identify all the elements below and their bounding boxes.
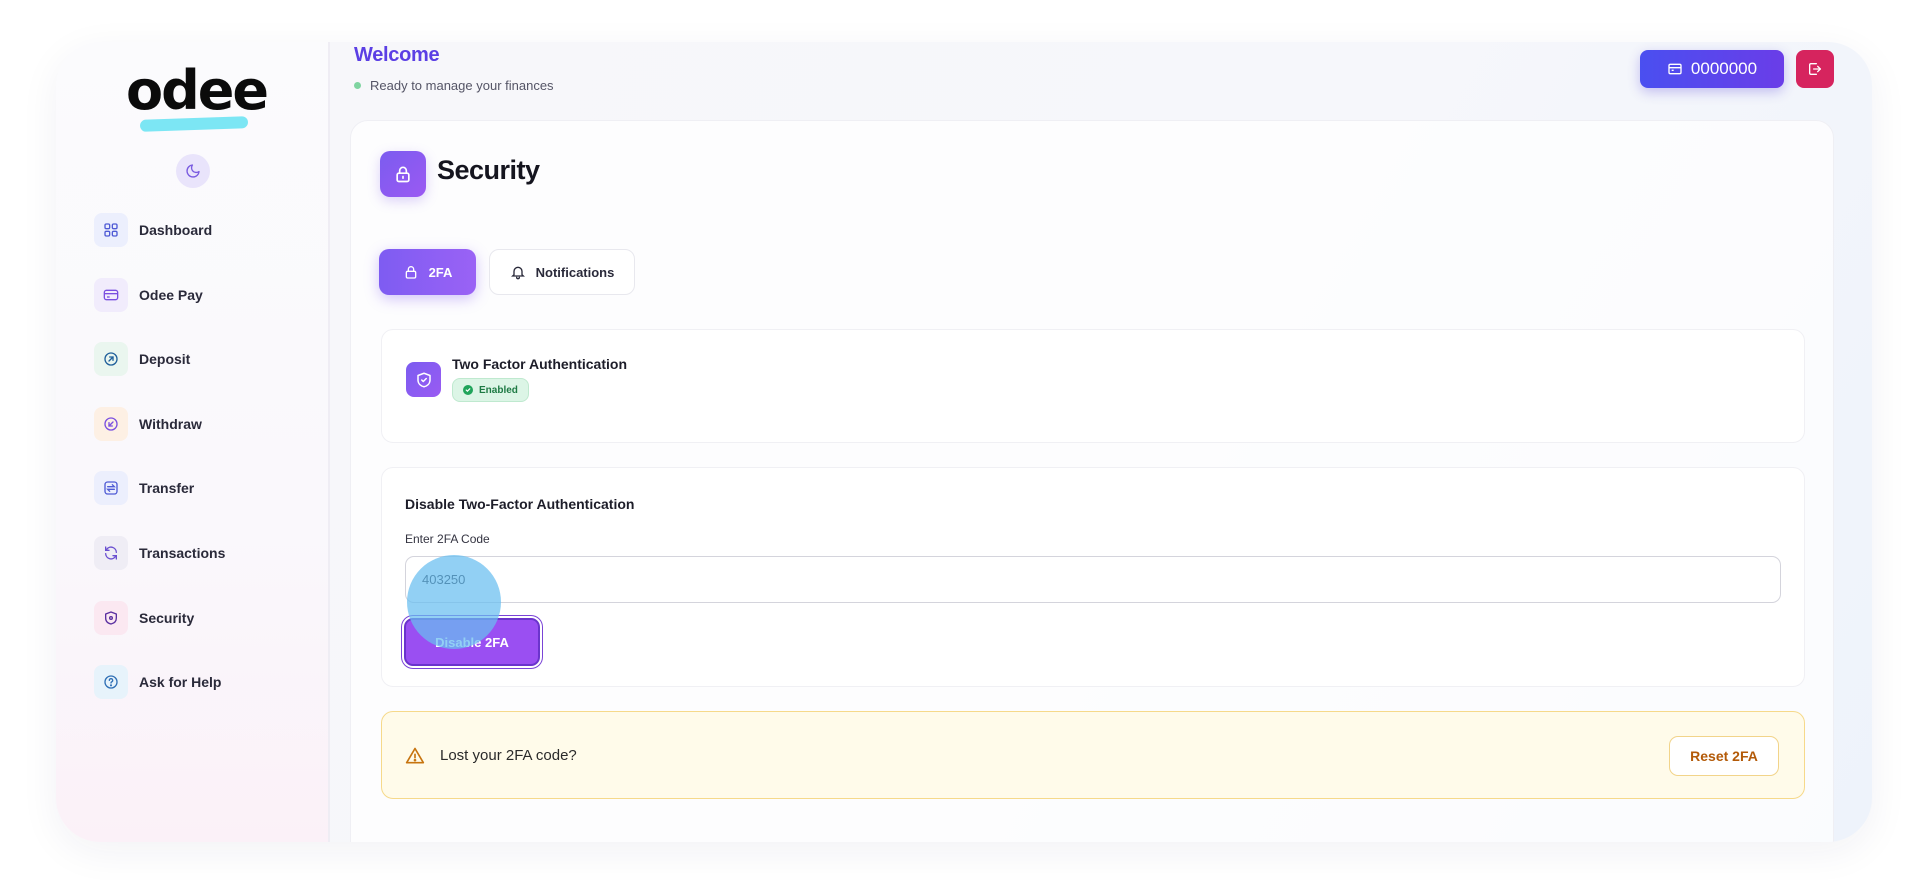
page-title: Security <box>437 155 540 185</box>
arrow-down-left-circle-icon <box>94 406 128 441</box>
logout-icon <box>1809 63 1821 75</box>
logo-text: odee <box>126 59 269 122</box>
theme-toggle-button[interactable] <box>176 154 210 188</box>
tab-2fa[interactable]: 2FA <box>379 249 476 295</box>
disable-2fa-panel: Disable Two-Factor Authentication Enter … <box>381 467 1805 687</box>
security-card: Security 2FA Notifications Two Factor Au… <box>350 120 1834 842</box>
lock-icon <box>380 151 426 197</box>
disable-2fa-button[interactable]: Disable 2FA <box>404 618 540 666</box>
refresh-icon <box>94 535 128 570</box>
wallet-icon <box>1668 63 1682 75</box>
sidebar: odee Dashboard Odee Pay Deposit Withdraw… <box>56 42 330 842</box>
status-line: Ready to manage your finances <box>354 78 554 93</box>
arrow-up-right-circle-icon <box>94 342 128 377</box>
sidebar-item-transfer[interactable]: Transfer <box>94 468 314 508</box>
account-number: 0000000 <box>1690 59 1758 78</box>
status-text: Ready to manage your finances <box>370 78 554 93</box>
bell-icon <box>510 266 525 280</box>
help-circle-icon <box>94 665 128 700</box>
account-number-button[interactable]: 0000000 <box>1640 50 1784 88</box>
lost-code-text: Lost your 2FA code? <box>440 747 577 764</box>
brand-logo[interactable]: odee <box>126 56 269 132</box>
sidebar-item-label: Dashboard <box>139 222 213 238</box>
sidebar-item-label: Transfer <box>139 480 195 497</box>
shield-check-icon <box>406 362 441 397</box>
sidebar-item-deposit[interactable]: Deposit <box>94 339 314 379</box>
lock-icon <box>405 266 416 279</box>
card-icon <box>94 277 128 312</box>
sidebar-item-transactions[interactable]: Transactions <box>94 533 314 573</box>
sidebar-nav: Dashboard Odee Pay Deposit Withdraw Tran… <box>94 210 314 727</box>
main-content: Welcome Ready to manage your finances 00… <box>330 42 1872 842</box>
sidebar-item-label: Odee Pay <box>139 286 203 303</box>
tab-label: Notifications <box>535 264 615 280</box>
welcome-heading: Welcome <box>354 44 440 66</box>
status-badge: Enabled <box>452 378 529 402</box>
sidebar-item-security[interactable]: Security <box>94 598 314 638</box>
transfer-icon <box>94 471 128 506</box>
sidebar-item-label: Deposit <box>139 351 191 368</box>
sidebar-item-withdraw[interactable]: Withdraw <box>94 404 314 444</box>
tab-label: 2FA <box>428 264 453 280</box>
reset-2fa-button[interactable]: Reset 2FA <box>1669 736 1779 776</box>
app-window: odee Dashboard Odee Pay Deposit Withdraw… <box>56 42 1872 842</box>
two-factor-status-panel: Two Factor Authentication Enabled <box>381 329 1805 443</box>
status-badge-label: Enabled <box>479 384 518 396</box>
sidebar-item-label: Security <box>139 609 195 626</box>
moon-icon <box>186 164 200 178</box>
dashboard-grid-icon <box>94 213 128 247</box>
sidebar-item-label: Ask for Help <box>139 674 222 691</box>
sidebar-item-label: Transactions <box>139 544 226 561</box>
shield-icon <box>94 600 128 635</box>
logout-button[interactable] <box>1796 50 1834 88</box>
sidebar-item-dashboard[interactable]: Dashboard <box>94 210 314 250</box>
check-circle-icon <box>463 385 473 395</box>
lost-code-panel: Lost your 2FA code? Reset 2FA <box>381 711 1805 799</box>
two-factor-title: Two Factor Authentication <box>452 356 627 372</box>
sidebar-item-label: Withdraw <box>139 415 202 432</box>
disable-2fa-title: Disable Two-Factor Authentication <box>405 496 635 512</box>
warning-icon <box>405 747 425 764</box>
sidebar-item-odee-pay[interactable]: Odee Pay <box>94 275 314 315</box>
tab-notifications[interactable]: Notifications <box>489 249 635 295</box>
sidebar-item-ask-for-help[interactable]: Ask for Help <box>94 662 314 702</box>
2fa-code-input[interactable] <box>405 556 1781 603</box>
code-field-label: Enter 2FA Code <box>405 532 490 546</box>
status-dot <box>354 82 361 89</box>
